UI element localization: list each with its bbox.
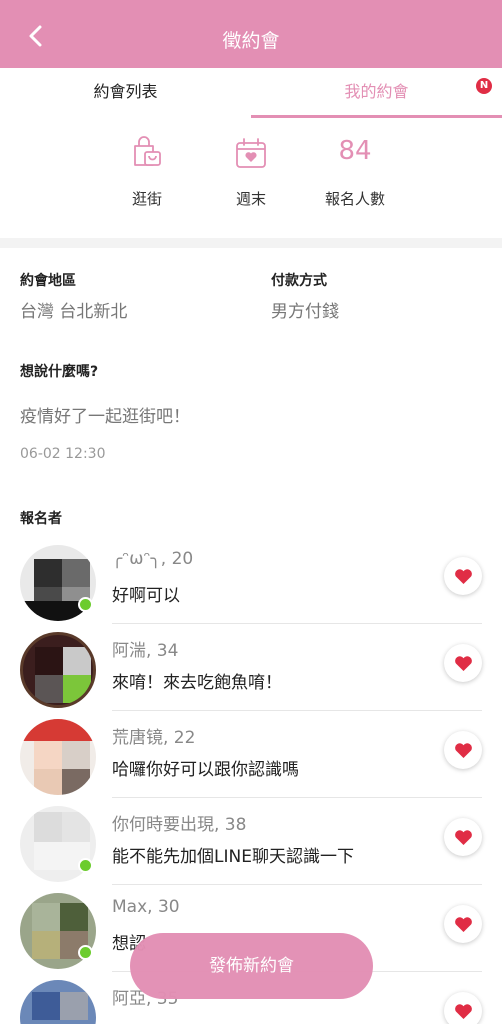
applicant-message: 哈囉你好可以跟你認識嗎 bbox=[112, 760, 299, 780]
like-button[interactable] bbox=[444, 905, 482, 943]
applicant-row[interactable]: 荒唐镜, 22 哈囉你好可以跟你認識嗎 bbox=[0, 711, 502, 798]
payment-value: 男方付錢 bbox=[271, 302, 339, 322]
calendar-heart-icon bbox=[234, 136, 268, 170]
tab-date-list[interactable]: 約會列表 bbox=[0, 68, 251, 118]
tab-bar: 約會列表 我的約會 bbox=[0, 68, 502, 118]
avatar bbox=[20, 980, 96, 1024]
like-button[interactable] bbox=[444, 818, 482, 856]
like-button[interactable] bbox=[444, 731, 482, 769]
like-button[interactable] bbox=[444, 557, 482, 595]
like-button[interactable] bbox=[444, 644, 482, 682]
applicant-message: 好啊可以 bbox=[112, 586, 180, 606]
payment-label: 付款方式 bbox=[271, 273, 327, 289]
like-button[interactable] bbox=[444, 992, 482, 1024]
applicant-message: 來唷！來去吃飽魚唷！ bbox=[112, 673, 282, 693]
avatar bbox=[20, 632, 96, 708]
stat-signups-label: 報名人數 bbox=[324, 190, 385, 208]
heart-icon bbox=[455, 743, 472, 759]
message-value: 疫情好了一起逛街吧！ bbox=[20, 407, 190, 427]
applicant-name: ╭ᵔωᵔ╮, 20 bbox=[112, 549, 194, 569]
new-badge: N bbox=[476, 78, 492, 94]
tab-my-dates[interactable]: 我的約會 bbox=[251, 68, 502, 118]
applicant-name: Max, 30 bbox=[112, 897, 180, 917]
message-label: 想說什麼嗎? bbox=[20, 364, 99, 380]
signup-count: 84 bbox=[338, 136, 372, 166]
applicant-row[interactable]: ╭ᵔωᵔ╮, 20 好啊可以 bbox=[0, 537, 502, 624]
app-header: 徵約會 bbox=[0, 0, 502, 68]
heart-icon bbox=[455, 569, 472, 585]
heart-icon bbox=[455, 656, 472, 672]
region-value: 台灣 台北新北 bbox=[20, 302, 128, 322]
heart-icon bbox=[455, 1004, 472, 1020]
applicant-name: 阿湍, 34 bbox=[112, 641, 179, 661]
region-label: 約會地區 bbox=[20, 273, 76, 289]
avatar bbox=[20, 719, 96, 795]
date-summary: 逛街 週末 84 報名人數 bbox=[0, 118, 502, 238]
post-timestamp: 06-02 12:30 bbox=[20, 446, 106, 462]
online-indicator bbox=[78, 858, 93, 873]
stat-time-label: 週末 bbox=[235, 190, 266, 208]
section-divider bbox=[0, 238, 502, 248]
shopping-bag-icon bbox=[130, 136, 164, 170]
online-indicator bbox=[78, 597, 93, 612]
page-title: 徵約會 bbox=[222, 30, 280, 52]
applicant-name: 荒唐镜, 22 bbox=[112, 728, 196, 748]
online-indicator bbox=[78, 945, 93, 960]
stat-category-label: 逛街 bbox=[131, 190, 162, 208]
applicant-row[interactable]: 你何時要出現, 38 能不能先加個LINE聊天認識一下 bbox=[0, 798, 502, 885]
heart-icon bbox=[455, 830, 472, 846]
post-new-date-button[interactable]: 發佈新約會 bbox=[130, 933, 373, 999]
applicants-label: 報名者 bbox=[20, 511, 62, 527]
applicant-name: 你何時要出現, 38 bbox=[112, 815, 247, 835]
applicant-row[interactable]: 阿湍, 34 來唷！來去吃飽魚唷！ bbox=[0, 624, 502, 711]
heart-icon bbox=[455, 917, 472, 933]
applicant-message: 能不能先加個LINE聊天認識一下 bbox=[112, 847, 354, 867]
